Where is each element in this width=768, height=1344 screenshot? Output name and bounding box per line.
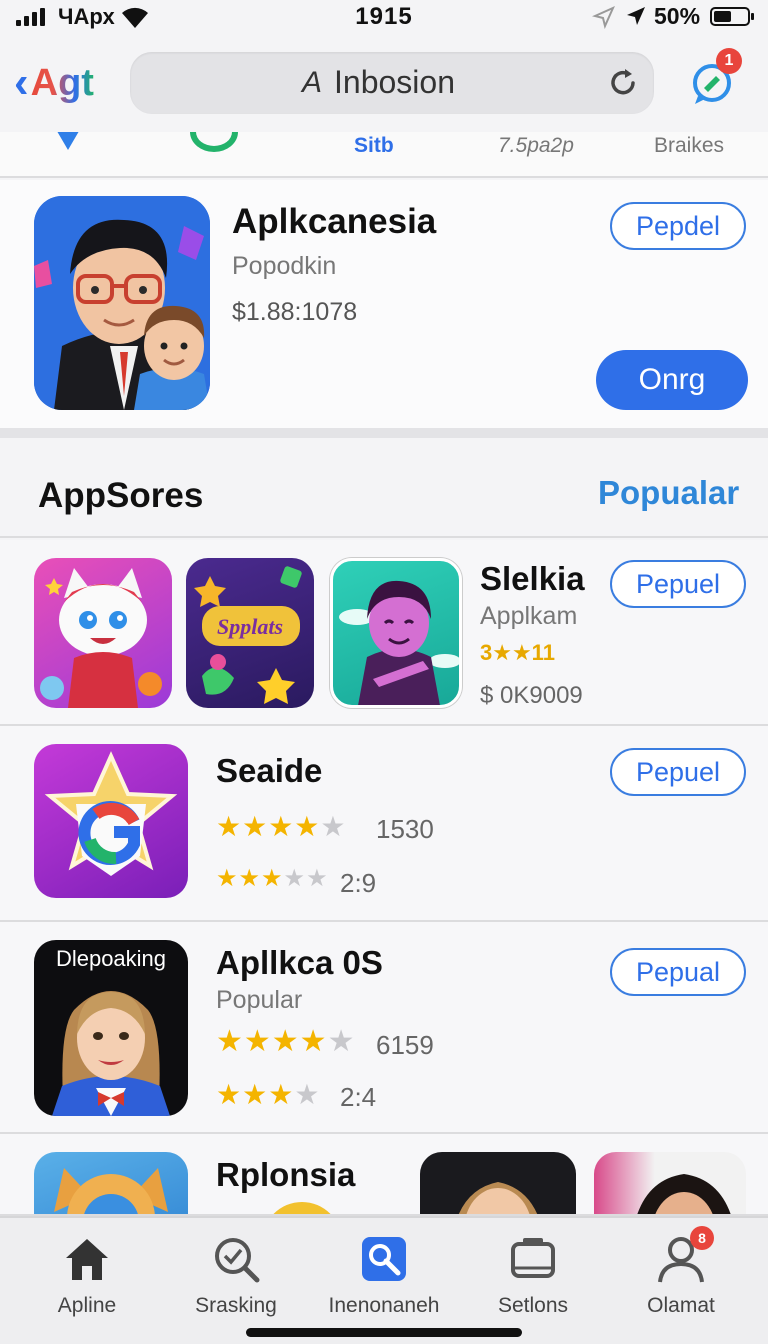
rating-count: 6159 (376, 1030, 434, 1060)
tab-label: Inenonaneh (328, 1294, 440, 1317)
category-tab-3[interactable]: Braikes (654, 134, 724, 158)
get-button[interactable]: Pepuel (610, 560, 746, 608)
section-header: AppSores Popualar (0, 448, 768, 538)
rating-count: 1530 (376, 814, 434, 844)
profile-badge: 8 (690, 1226, 714, 1250)
search-field[interactable]: A Inbosion (130, 52, 654, 114)
app-tile-g-star[interactable] (34, 744, 188, 898)
app-tile-splats[interactable]: Spplats (186, 558, 314, 708)
get-button[interactable]: Pepuel (610, 748, 746, 796)
diamond-icon (57, 132, 79, 150)
featured-app-title: Aplkcanesia (232, 202, 437, 241)
app-tile-woman-1[interactable] (420, 1152, 576, 1214)
featured-get-button[interactable]: Pepdel (610, 202, 746, 250)
battery-percent: 50% (654, 3, 701, 29)
location-outline-icon (592, 6, 615, 29)
featured-app-price: $1.88:1078 (232, 298, 358, 326)
section-title: AppSores (38, 476, 204, 515)
home-icon (66, 1239, 108, 1280)
app-tile-character[interactable] (330, 558, 462, 708)
splats-logo-text: Spplats (217, 614, 283, 639)
list-item[interactable]: Seaide ★★★★★ 1530 ★★★★★ 2:9 Pepuel (0, 726, 768, 922)
see-popular-link[interactable]: Popualar (598, 474, 739, 512)
tab-settings[interactable]: Setlons (458, 1232, 608, 1318)
app-subtitle: Popular (216, 986, 303, 1014)
rating-count: 2:9 (340, 868, 377, 898)
status-bar: ЧАрх 1915 50% (0, 0, 768, 36)
featured-app-card[interactable]: Aplkcanesia Popodkin $1.88:1078 Pepdel O… (0, 180, 768, 438)
tab-profile[interactable]: 8 Olamat (606, 1226, 756, 1318)
app-tile-fox[interactable] (34, 1152, 188, 1214)
tab-label: Sraskіng (195, 1294, 277, 1317)
list-item[interactable]: Rplonsia (0, 1134, 768, 1216)
messages-button[interactable]: 1 (690, 48, 742, 111)
tab-home[interactable]: Apline (12, 1232, 162, 1318)
settings-icon (511, 1238, 555, 1278)
app-price: $ 0K9009 (480, 682, 583, 709)
location-icon (627, 7, 645, 25)
list-item[interactable]: Dlepoaking Apllkca 0S Popular ★★★★★ 6159… (0, 922, 768, 1134)
featured-app-subtitle: Popodkin (232, 252, 337, 280)
list-item[interactable]: Spplats Slelkia Applkam 3★★11 $ 0K9009 P… (0, 540, 768, 726)
search-icon (215, 1238, 260, 1283)
app-title: Rplonsia (216, 1156, 356, 1193)
chevron-left-icon: ‹ (14, 58, 29, 107)
brand-logo-text: Agt (30, 61, 94, 104)
featured-open-button[interactable]: Onrg (596, 350, 748, 410)
circle-icon (190, 132, 238, 152)
featured-app-artwork (34, 196, 210, 410)
top-nav: ‹ Agt A Inbosion 1 (0, 40, 768, 132)
tab-label: Olamat (647, 1294, 715, 1317)
partial-icon (262, 1202, 342, 1214)
tab-label: Setlons (497, 1294, 569, 1317)
battery-icon (710, 7, 754, 26)
tab-bar: Apline Sraskіng Inenonaneh Setlons 8 Ola… (0, 1216, 768, 1344)
app-tile-cat[interactable] (34, 558, 172, 708)
app-title: Apllkca 0S (216, 944, 383, 981)
get-button[interactable]: Pepual (610, 948, 746, 996)
app-tile-portrait[interactable]: Dlepoaking (34, 940, 188, 1116)
tab-apps[interactable]: Inenonaneh (309, 1232, 459, 1318)
rating-stars: ★★★★★ (216, 1025, 356, 1058)
tab-search[interactable]: Sraskіng (161, 1232, 311, 1318)
rating-stars: ★★★★★ (216, 865, 329, 892)
app-subtitle: Applkam (480, 602, 578, 630)
clock: 1915 (355, 3, 413, 30)
rating-count: 2:4 (340, 1082, 377, 1112)
rating-stars: ★★★★★ (216, 811, 347, 842)
app-rating-text: 3★★11 (480, 640, 555, 665)
app-title: Seaide (216, 752, 323, 789)
home-indicator[interactable] (246, 1328, 522, 1337)
tile-label: Dlepoaking (56, 946, 166, 971)
tab-label: Apline (57, 1294, 117, 1317)
notification-badge: 1 (716, 48, 742, 74)
reload-icon[interactable] (606, 66, 640, 100)
apps-icon (362, 1237, 406, 1281)
category-strip: Sitb 7.5pa2p Braikes (0, 132, 768, 178)
rating-stars: ★★★★ (216, 1079, 321, 1110)
app-title: Slelkia (480, 560, 585, 597)
category-tab-2[interactable]: 7.5pa2p (498, 134, 574, 158)
search-prefix-glyph: A (302, 66, 323, 99)
app-tile-woman-2[interactable] (594, 1152, 746, 1214)
search-text: Inbosion (334, 64, 455, 100)
category-tab-1[interactable]: Sitb (354, 134, 394, 158)
back-button[interactable]: ‹ Agt (14, 58, 94, 108)
